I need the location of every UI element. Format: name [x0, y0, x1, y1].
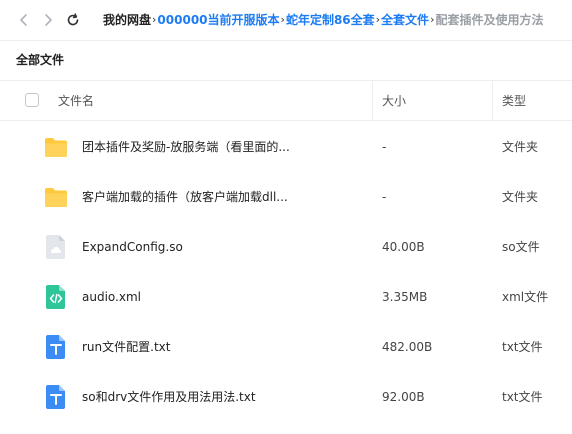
- table-row[interactable]: run文件配置.txt 482.00B txt文件: [0, 322, 572, 372]
- breadcrumb-current: 配套插件及使用方法: [435, 13, 544, 27]
- file-size: 3.35MB: [382, 290, 428, 304]
- file-size: 482.00B: [382, 340, 433, 354]
- column-divider: [372, 81, 373, 120]
- column-header-type[interactable]: 类型: [502, 92, 526, 110]
- file-name[interactable]: 客户端加载的插件（放客户端加载dll...: [82, 188, 288, 206]
- column-header-name[interactable]: 文件名: [58, 92, 94, 110]
- text-file-icon: [46, 385, 65, 409]
- file-type: xml文件: [502, 290, 549, 304]
- table-row[interactable]: 团本插件及奖励-放服务端（看里面的... - 文件夹: [0, 122, 572, 172]
- table-row[interactable]: so和drv文件作用及用法用法.txt 92.00B txt文件: [0, 372, 572, 422]
- refresh-icon: [67, 13, 79, 26]
- breadcrumb-item[interactable]: 000000当前开服版本: [157, 11, 279, 29]
- file-name[interactable]: ExpandConfig.so: [82, 238, 183, 256]
- column-divider: [492, 81, 493, 120]
- file-type: 文件夹: [502, 190, 539, 204]
- breadcrumb-separator: ›: [375, 13, 381, 26]
- table-header: 文件名 大小 类型: [0, 80, 572, 121]
- file-type: 文件夹: [502, 140, 539, 154]
- file-size: 92.00B: [382, 390, 425, 404]
- file-size: 40.00B: [382, 240, 425, 254]
- folder-icon: [45, 188, 67, 207]
- table-row[interactable]: audio.xml 3.35MB xml文件: [0, 272, 572, 322]
- file-name[interactable]: audio.xml: [82, 288, 141, 306]
- file-size: -: [382, 190, 387, 204]
- file-type: txt文件: [502, 390, 543, 404]
- nav-divider: [0, 40, 572, 41]
- back-button[interactable]: [14, 10, 34, 30]
- folder-icon: [45, 138, 67, 157]
- file-name[interactable]: run文件配置.txt: [82, 338, 170, 356]
- forward-button[interactable]: [38, 10, 58, 30]
- table-row[interactable]: ExpandConfig.so 40.00B so文件: [0, 222, 572, 272]
- breadcrumb-item[interactable]: 全套文件: [381, 11, 429, 29]
- file-name[interactable]: 团本插件及奖励-放服务端（看里面的...: [82, 138, 290, 156]
- file-size: -: [382, 140, 387, 154]
- select-all-checkbox[interactable]: [25, 93, 39, 107]
- table-row[interactable]: 客户端加载的插件（放客户端加载dll... - 文件夹: [0, 172, 572, 222]
- chevron-left-icon: [20, 14, 27, 26]
- breadcrumb-separator: ›: [280, 13, 285, 26]
- breadcrumb: 我的网盘 › 000000当前开服版本 › 蛇年定制86全套 › 全套文件 › …: [103, 11, 543, 29]
- section-title: 全部文件: [16, 53, 65, 67]
- chevron-right-icon: [45, 14, 52, 26]
- breadcrumb-separator: ›: [152, 13, 157, 26]
- generic-file-icon: [46, 235, 65, 259]
- breadcrumb-root[interactable]: 我的网盘: [103, 11, 151, 29]
- breadcrumb-item[interactable]: 蛇年定制86全套: [286, 11, 375, 29]
- column-header-size[interactable]: 大小: [382, 92, 406, 110]
- breadcrumb-separator: ›: [430, 13, 435, 26]
- refresh-button[interactable]: [63, 10, 83, 30]
- navigation-bar: 我的网盘 › 000000当前开服版本 › 蛇年定制86全套 › 全套文件 › …: [0, 0, 572, 40]
- file-type: so文件: [502, 240, 540, 254]
- code-file-icon: [46, 285, 65, 309]
- text-file-icon: [46, 335, 65, 359]
- file-type: txt文件: [502, 340, 543, 354]
- file-name[interactable]: so和drv文件作用及用法用法.txt: [82, 388, 256, 406]
